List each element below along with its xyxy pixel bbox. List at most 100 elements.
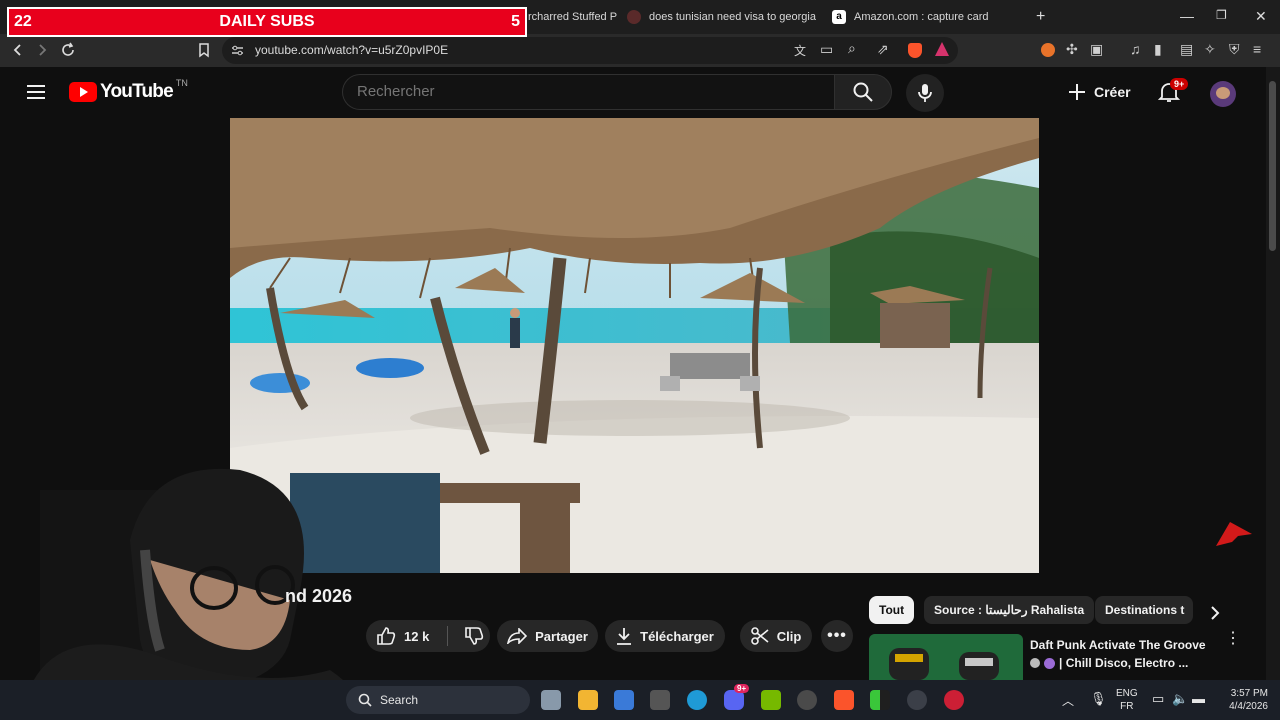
search-favicon-icon <box>627 10 641 24</box>
sidebar-icon[interactable]: ▮ <box>1154 41 1162 58</box>
battery-icon[interactable]: ▬ <box>1192 691 1205 706</box>
clip-button[interactable]: Clip <box>740 620 812 652</box>
page-scrollbar[interactable] <box>1266 67 1280 680</box>
like-count: 12 k <box>404 628 430 644</box>
wallet-icon[interactable]: ▤ <box>1180 41 1193 58</box>
channel-emoji-icon <box>1030 658 1040 668</box>
extensions-puzzle-icon[interactable]: ✣ <box>1066 41 1078 58</box>
forward-arrow-icon[interactable] <box>35 43 49 57</box>
cast-icon[interactable]: ▭ <box>820 41 833 58</box>
notifications-button[interactable]: 9+ <box>1157 78 1189 108</box>
tab-title: rcharred Stuffed P <box>528 11 618 23</box>
tab-stuffed[interactable]: rcharred Stuffed P <box>528 6 618 28</box>
search-box[interactable] <box>342 74 834 110</box>
scrollbar-thumb[interactable] <box>1269 81 1276 251</box>
clock-time: 3:57 PM <box>1230 688 1268 699</box>
vpn-shield-icon[interactable]: ⛨ <box>1229 41 1240 58</box>
region-code: TN <box>175 78 188 88</box>
tab-search-icon[interactable]: ▣ <box>1090 41 1103 58</box>
new-tab-icon[interactable]: + <box>1036 8 1045 26</box>
store-icon[interactable] <box>614 690 634 710</box>
file-explorer-icon[interactable] <box>578 690 598 710</box>
recommended-title[interactable]: Daft Punk Activate The Groove | Chill Di… <box>1030 636 1220 672</box>
share-button[interactable]: Partager <box>497 620 598 652</box>
chip-label: Destinations t <box>1105 603 1185 617</box>
clock-date: 4/4/2026 <box>1229 701 1268 712</box>
music-icon[interactable]: ♫ <box>1130 41 1141 57</box>
extension-cookie-icon[interactable] <box>1041 43 1055 57</box>
tray-mic-icon[interactable]: 🎙 <box>1090 691 1107 707</box>
like-button[interactable]: 12 k <box>376 627 429 645</box>
volume-icon[interactable]: 🔈 <box>1172 691 1188 707</box>
site-settings-icon[interactable] <box>231 44 244 57</box>
task-view-icon[interactable] <box>541 690 561 710</box>
brave-icon[interactable] <box>834 690 854 710</box>
play-app-icon[interactable] <box>870 690 890 710</box>
chip-all[interactable]: Tout <box>869 596 915 624</box>
youtube-wordmark: YouTube <box>100 81 174 102</box>
nvidia-icon[interactable] <box>761 690 781 710</box>
like-dislike-group: 12 k <box>366 620 490 652</box>
bookmark-icon[interactable] <box>198 43 210 58</box>
chip-destinations[interactable]: Destinations t <box>1095 596 1193 624</box>
download-button[interactable]: Télécharger <box>605 620 725 652</box>
translate-icon[interactable]: 文 <box>794 42 806 59</box>
menu-icon[interactable]: ≡ <box>1253 41 1261 57</box>
leo-ai-icon[interactable]: ✧ <box>1204 41 1216 58</box>
youtube-play-logo-icon <box>69 82 97 102</box>
search-icon <box>853 82 873 102</box>
avatar[interactable] <box>1210 81 1236 107</box>
opera-gx-icon[interactable] <box>944 690 964 710</box>
minimize-icon[interactable]: — <box>1180 8 1194 24</box>
input-language[interactable]: ENG FR <box>1116 687 1138 713</box>
search-icon <box>358 693 372 707</box>
robot-emoji-icon <box>1044 657 1055 669</box>
share-icon[interactable]: ⇗ <box>877 41 889 58</box>
reload-icon[interactable] <box>60 42 76 58</box>
brave-shields-icon[interactable] <box>908 43 922 58</box>
address-toolbar: youtube.com/watch?v=u5rZ0pvIP0E 文 ▭ ⌕ ⇗ … <box>0 34 1280 67</box>
chip-source[interactable]: Source : رحاليستا Rahalista <box>924 596 1095 624</box>
discord-icon[interactable] <box>724 690 744 710</box>
create-button[interactable]: Créer <box>1068 76 1131 108</box>
share-label: Partager <box>535 628 588 644</box>
clock[interactable]: 3:57 PM 4/4/2026 <box>1222 687 1268 713</box>
clip-label: Clip <box>776 628 802 644</box>
chip-label: Source : رحاليستا Rahalista <box>934 603 1085 617</box>
zoom-icon[interactable]: ⌕ <box>848 40 856 57</box>
brave-rewards-icon[interactable] <box>935 42 949 56</box>
close-icon[interactable]: ✕ <box>1255 8 1267 25</box>
chevron-right-icon[interactable] <box>1208 605 1222 621</box>
subs-right-count: 5 <box>511 13 520 30</box>
restore-icon[interactable]: ❐ <box>1216 8 1227 22</box>
tab-amazon[interactable]: a Amazon.com : capture card <box>832 6 1022 28</box>
windows-taskbar: Search 9+ ︿ 🎙 ENG FR ▭ 🔈 ▬ 3:57 PM 4/4/2… <box>0 680 1280 720</box>
amazon-favicon-icon: a <box>832 10 846 24</box>
edge-icon[interactable] <box>687 690 707 710</box>
voice-search-button[interactable] <box>906 74 944 112</box>
network-icon[interactable]: ▭ <box>1152 691 1164 707</box>
obs-icon[interactable] <box>907 690 927 710</box>
app-cube-icon[interactable] <box>650 690 670 710</box>
download-label: Télécharger <box>640 628 714 644</box>
red-arrow-cursor-icon <box>1216 522 1252 546</box>
youtube-logo[interactable]: YouTube TN <box>69 78 188 103</box>
thumbs-down-icon[interactable] <box>464 627 484 645</box>
back-arrow-icon[interactable] <box>11 43 25 57</box>
tab-visa-search[interactable]: does tunisian need visa to georgia - <box>627 6 817 28</box>
url-text: youtube.com/watch?v=u5rZ0pvIP0E <box>255 43 449 57</box>
more-actions-button[interactable]: ••• <box>821 620 853 652</box>
url-bar[interactable]: youtube.com/watch?v=u5rZ0pvIP0E 文 ▭ ⌕ ⇗ <box>222 37 958 64</box>
search-input[interactable] <box>357 83 757 100</box>
recommended-title-line2: | Chill Disco, Electro ... <box>1059 656 1189 670</box>
notification-badge: 9+ <box>1170 78 1189 90</box>
create-label: Créer <box>1094 84 1131 100</box>
tray-chevron-up-icon[interactable]: ︿ <box>1062 692 1074 709</box>
hamburger-menu-icon[interactable] <box>27 84 45 100</box>
recommended-more-icon[interactable]: ⋮ <box>1225 631 1241 647</box>
chatgpt-icon[interactable] <box>797 690 817 710</box>
subs-left-count: 22 <box>14 13 32 30</box>
taskbar-search[interactable]: Search <box>346 686 530 714</box>
recommended-thumbnail[interactable] <box>869 634 1023 680</box>
search-button[interactable] <box>834 74 892 110</box>
